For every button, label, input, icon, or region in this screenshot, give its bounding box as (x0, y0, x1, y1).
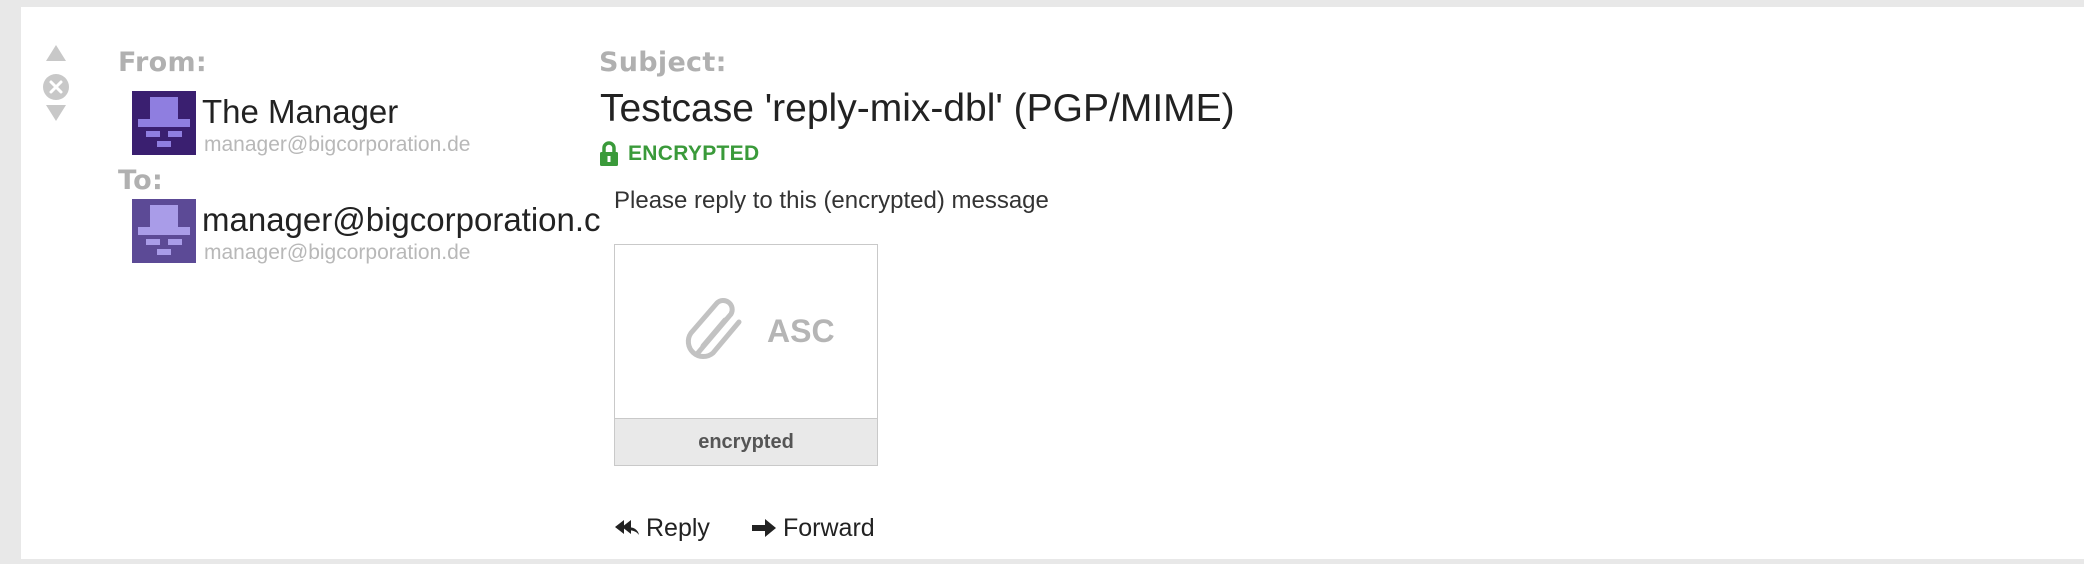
triangle-down-icon (46, 105, 66, 121)
message-card: From: The Manager manager@bigcorporation… (21, 7, 2084, 559)
from-name: The Manager (202, 93, 399, 130)
subject-label: Subject: (599, 47, 727, 78)
encrypted-label: ENCRYPTED (628, 142, 760, 165)
attachment-extension: ASC (767, 313, 835, 349)
next-message-button[interactable] (33, 103, 79, 133)
avatar (132, 199, 196, 263)
attachment-preview: ASC (615, 245, 877, 419)
arrow-right-icon (752, 519, 776, 537)
forward-label: Forward (783, 513, 875, 542)
close-circle-icon (43, 74, 69, 100)
from-email: manager@bigcorporation.de (204, 133, 471, 156)
paperclip-icon (685, 298, 742, 359)
triangle-up-icon (46, 45, 66, 61)
to-contact[interactable]: manager@bigcorporation.c manager@bigcorp… (132, 199, 600, 264)
to-name: manager@bigcorporation.c (202, 201, 600, 238)
previous-message-button[interactable] (33, 43, 79, 73)
close-message-button[interactable] (33, 73, 79, 103)
subject-title: Testcase 'reply-mix-dbl' (PGP/MIME) (600, 87, 1235, 130)
to-label: To: (118, 165, 164, 196)
to-email: manager@bigcorporation.de (204, 241, 471, 264)
reply-all-arrow-icon (615, 520, 639, 535)
message-body: Please reply to this (encrypted) message (614, 187, 1049, 214)
attachment-name: encrypted (615, 418, 877, 465)
encrypted-badge: ENCRYPTED (599, 139, 759, 169)
reply-button[interactable]: Reply (614, 513, 710, 543)
from-label: From: (118, 47, 208, 78)
from-contact[interactable]: The Manager manager@bigcorporation.de (132, 91, 652, 156)
attachment-tile[interactable]: ASC encrypted (614, 244, 878, 466)
lock-icon (600, 141, 618, 166)
reply-label: Reply (646, 513, 710, 542)
forward-button[interactable]: Forward (751, 513, 875, 543)
avatar (132, 91, 196, 155)
message-navigation (33, 43, 79, 133)
